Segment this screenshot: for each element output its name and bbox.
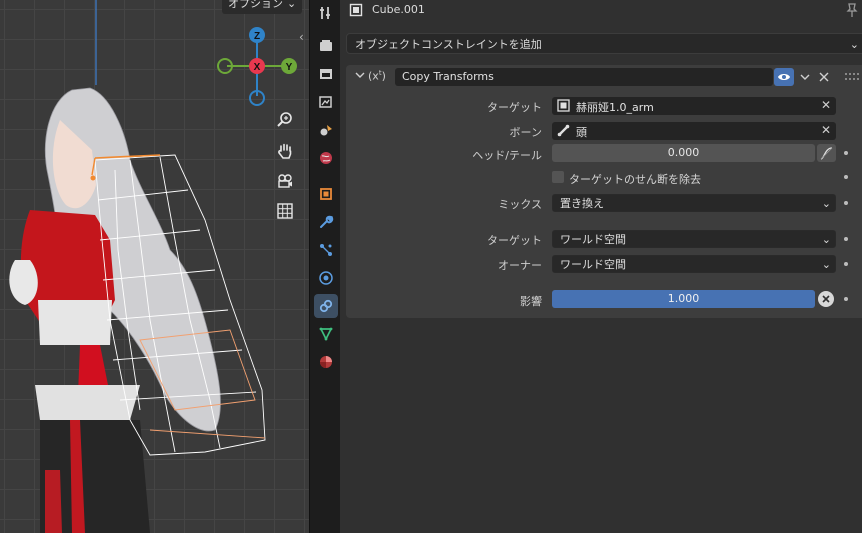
chevron-down-icon: ⌄ xyxy=(821,197,831,210)
constraint-panel: (xt) Copy Transforms ターゲット 赫丽娅1.0_arm ✕ xyxy=(346,65,862,318)
remove-shear-checkbox[interactable] xyxy=(552,171,564,183)
pan-hand-icon[interactable] xyxy=(275,141,295,161)
owner-space-value: ワールド空間 xyxy=(560,258,626,271)
keyframe-dot-owner-space[interactable] xyxy=(844,262,848,266)
keyframe-dot-target-space[interactable] xyxy=(844,237,848,241)
chevron-down-icon: ⌄ xyxy=(849,38,859,51)
collapse-chevron-icon[interactable] xyxy=(354,69,366,84)
armature-object-icon xyxy=(557,99,570,115)
chevron-down-icon: ⌄ xyxy=(821,258,831,271)
gizmo-x-label: X xyxy=(254,62,261,73)
mix-dropdown[interactable]: 置き換え ⌄ xyxy=(552,194,836,212)
properties-tab-strip xyxy=(309,0,341,533)
tool-tab-icon[interactable] xyxy=(314,1,338,25)
options-label: オプション xyxy=(228,0,283,10)
grid-view-icon[interactable] xyxy=(275,201,295,221)
influence-label: 影響 xyxy=(520,295,542,308)
bbone-curve-toggle-icon[interactable] xyxy=(817,144,836,162)
3d-viewport[interactable]: Z Y X オプション ⌄ ‹ xyxy=(0,0,309,533)
object-cube-icon xyxy=(349,3,363,20)
object-data-tab-icon[interactable] xyxy=(314,322,338,346)
constraint-panel-header[interactable]: (xt) Copy Transforms xyxy=(346,65,862,89)
output-tab-icon[interactable] xyxy=(314,62,338,86)
drag-handle-icon[interactable] xyxy=(845,72,859,82)
target-space-dropdown[interactable]: ワールド空間 ⌄ xyxy=(552,230,836,248)
target-label: ターゲット xyxy=(487,101,542,114)
target-space-value: ワールド空間 xyxy=(560,233,626,246)
gizmo-y-label: Y xyxy=(286,62,293,73)
influence-value: 1.000 xyxy=(667,292,700,305)
add-object-constraint-dropdown[interactable]: オブジェクトコンストレイントを追加 ⌄ xyxy=(346,33,862,54)
modifier-wrench-tab-icon[interactable] xyxy=(314,210,338,234)
object-tab-icon[interactable] xyxy=(314,182,338,206)
constraint-menu-chevron-icon[interactable] xyxy=(797,68,813,86)
clear-bone-icon[interactable]: ✕ xyxy=(821,123,831,137)
bone-field[interactable]: 頭 ✕ xyxy=(552,122,836,140)
chevron-down-icon: ⌄ xyxy=(821,233,831,246)
head-tail-label: ヘッド/テール xyxy=(472,149,542,162)
close-icon[interactable] xyxy=(816,68,832,86)
world-tab-icon[interactable] xyxy=(314,146,338,170)
material-tab-icon[interactable] xyxy=(314,350,338,374)
render-tab-icon[interactable] xyxy=(314,34,338,58)
disable-keep-transform-icon[interactable] xyxy=(818,291,834,307)
bone-label: ボーン xyxy=(509,126,542,139)
chevron-down-icon: ⌄ xyxy=(287,0,297,10)
head-tail-slider[interactable]: 0.000 xyxy=(552,144,815,162)
mix-value: 置き換え xyxy=(560,197,604,210)
mix-label: ミックス xyxy=(498,198,542,211)
object-name: Cube.001 xyxy=(372,3,425,16)
physics-tab-icon[interactable] xyxy=(314,266,338,290)
sidebar-toggle-arrow-icon[interactable]: ‹ xyxy=(299,30,304,44)
add-constraint-label: オブジェクトコンストレイントを追加 xyxy=(355,38,542,51)
influence-slider[interactable]: 1.000 xyxy=(552,290,815,308)
particles-tab-icon[interactable] xyxy=(314,238,338,262)
zoom-icon[interactable] xyxy=(275,110,295,130)
owner-space-dropdown[interactable]: ワールド空間 ⌄ xyxy=(552,255,836,273)
bone-icon xyxy=(557,124,570,140)
viewport-options-dropdown[interactable]: オプション ⌄ xyxy=(222,0,303,14)
target-value: 赫丽娅1.0_arm xyxy=(576,101,654,114)
scene-tab-icon[interactable] xyxy=(314,118,338,142)
properties-header: Cube.001 xyxy=(340,0,862,22)
eye-visibility-icon[interactable] xyxy=(774,68,794,86)
bone-value: 頭 xyxy=(576,126,587,139)
keyframe-dot-head-tail[interactable] xyxy=(844,151,848,155)
properties-editor: Cube.001 オブジェクトコンストレイントを追加 ⌄ (xt) Copy T… xyxy=(340,0,862,533)
copy-transforms-constraint-icon: (xt) xyxy=(368,69,386,83)
view-layer-tab-icon[interactable] xyxy=(314,90,338,114)
pin-icon[interactable] xyxy=(845,2,859,21)
owner-space-label: オーナー xyxy=(498,259,542,272)
target-space-label: ターゲット xyxy=(487,234,542,247)
clear-target-icon[interactable]: ✕ xyxy=(821,98,831,112)
target-field[interactable]: 赫丽娅1.0_arm ✕ xyxy=(552,97,836,115)
keyframe-dot-influence[interactable] xyxy=(844,297,848,301)
keyframe-dot-mix[interactable] xyxy=(844,201,848,205)
remove-shear-label: ターゲットのせん断を除去 xyxy=(569,173,701,186)
constraint-name-field[interactable]: Copy Transforms xyxy=(395,68,773,86)
viewport-scene: Z Y X xyxy=(9,0,297,533)
object-constraint-tab-icon[interactable] xyxy=(314,294,338,318)
camera-view-icon[interactable] xyxy=(275,171,295,191)
gizmo-z-label: Z xyxy=(254,31,260,42)
keyframe-dot-remove-shear[interactable] xyxy=(844,175,848,179)
